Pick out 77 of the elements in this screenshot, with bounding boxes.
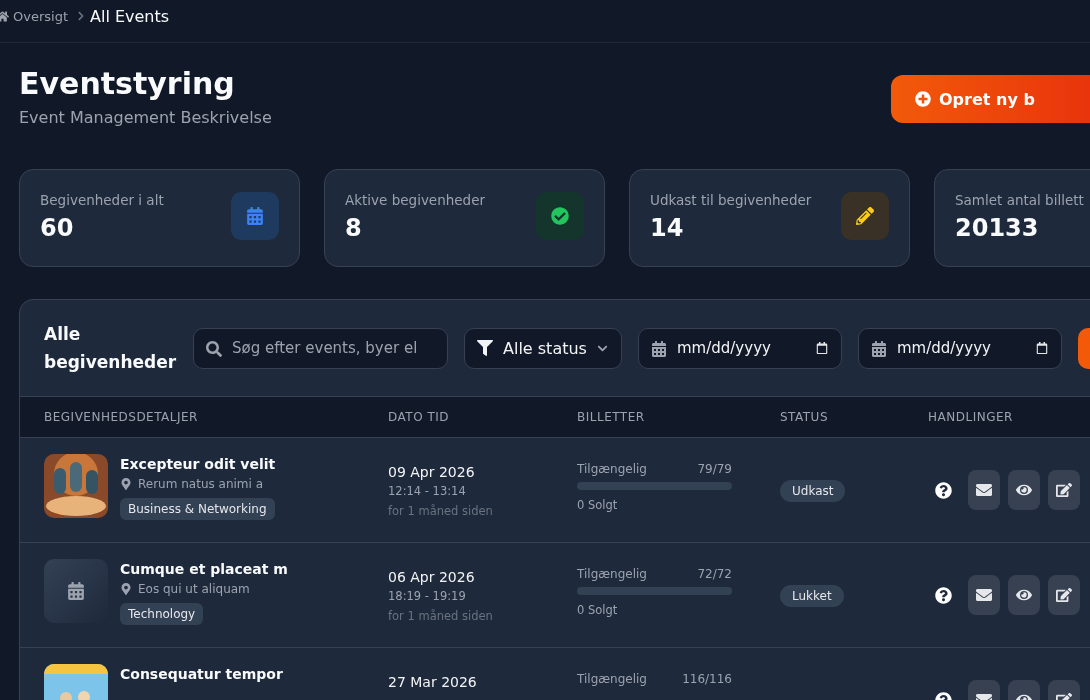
sold-count: 0 Solgt xyxy=(577,603,619,617)
mail-icon xyxy=(976,482,992,498)
tickets-count: 72/72 xyxy=(697,567,732,581)
edit-icon xyxy=(1056,482,1072,498)
calendar-icon xyxy=(871,340,887,357)
mail-icon xyxy=(976,587,992,603)
edit-button[interactable] xyxy=(1048,470,1080,510)
category-tag: Technology xyxy=(120,603,204,625)
calendar-icon xyxy=(67,582,85,600)
event-title: Cumque et placeat m xyxy=(120,561,288,577)
eye-icon xyxy=(1016,482,1032,498)
page-title: Eventstyring xyxy=(19,66,236,102)
stat-value: 20133 xyxy=(955,214,1040,242)
column-header: STATUS xyxy=(780,410,830,424)
tickets-count: 79/79 xyxy=(697,462,732,476)
event-title: Consequatur tempor xyxy=(120,666,283,682)
stat-label: Aktive begivenheder xyxy=(345,192,486,208)
event-location: Rerum natus animi a xyxy=(138,477,264,491)
calendar-icon xyxy=(651,340,667,357)
edit-icon xyxy=(1056,587,1072,603)
date-field[interactable]: mm/dd/yyyy xyxy=(858,327,1062,369)
status-badge: Udkast xyxy=(780,480,846,502)
sold-count: 0 Solgt xyxy=(577,498,619,512)
check-icon xyxy=(551,207,569,225)
tickets-label: Tilgængelig xyxy=(577,672,647,686)
location-pin-icon xyxy=(120,478,132,490)
column-header: DATO TID xyxy=(388,410,450,424)
edit-button[interactable] xyxy=(1048,575,1080,615)
stat-value: 8 xyxy=(345,214,363,242)
status-badge: Lukket xyxy=(780,585,844,607)
stat-label: Samlet antal billett xyxy=(955,192,1084,208)
calendar-icon xyxy=(246,207,264,225)
event-location: Eos qui ut aliquam xyxy=(138,582,250,596)
tickets-label: Tilgængelig xyxy=(577,462,647,476)
event-date: 27 Mar 2026 xyxy=(388,674,478,690)
breadcrumb-current: All Events xyxy=(90,6,170,26)
location-pin-icon xyxy=(120,583,132,595)
tickets-count: 116/116 xyxy=(682,672,732,686)
event-title: Excepteur odit velit xyxy=(120,456,276,472)
plus-icon xyxy=(915,91,931,107)
status-dropdown[interactable]: Alle status xyxy=(464,327,622,369)
stat-value: 60 xyxy=(40,214,75,242)
home-icon xyxy=(0,9,9,23)
column-header: HANDLINGER xyxy=(928,410,1014,424)
column-header: BEGIVENHEDSDETALJER xyxy=(44,410,199,424)
date-field[interactable]: mm/dd/yyyy xyxy=(638,327,842,369)
view-button[interactable] xyxy=(1008,470,1040,510)
page-subtitle: Event Management Beskrivelse xyxy=(19,108,272,127)
column-header: BILLETTER xyxy=(577,410,646,424)
pencil-icon xyxy=(856,207,874,225)
eye-icon xyxy=(1016,587,1032,603)
email-button[interactable] xyxy=(968,470,1000,510)
stat-label: Udkast til begivenheder xyxy=(650,192,812,208)
search-icon xyxy=(206,340,222,357)
chevron-icon xyxy=(76,11,86,21)
help-icon[interactable] xyxy=(935,481,952,499)
panel-title: Alle begivenheder xyxy=(44,323,177,374)
help-icon[interactable] xyxy=(935,586,952,604)
calendar-icon[interactable] xyxy=(1036,341,1048,354)
stat-label: Begivenheder i alt xyxy=(40,192,164,208)
calendar-icon[interactable] xyxy=(816,341,828,354)
event-time: 12:14 - 13:14 xyxy=(388,484,467,498)
search-field[interactable]: Søg efter events, byer el xyxy=(193,327,448,369)
category-tag: Business & Networking xyxy=(120,498,275,520)
event-time: 18:19 - 19:19 xyxy=(388,589,467,603)
breadcrumb-link[interactable]: Oversigt xyxy=(0,8,68,24)
event-date: 09 Apr 2026 xyxy=(388,464,476,480)
create-event-button[interactable]: Opret ny b xyxy=(891,75,1090,123)
relative-time: for 1 måned siden xyxy=(388,609,494,623)
email-button[interactable] xyxy=(968,575,1000,615)
event-date: 06 Apr 2026 xyxy=(388,569,476,585)
stat-value: 14 xyxy=(650,214,685,242)
view-button[interactable] xyxy=(1008,575,1040,615)
relative-time: for 1 måned siden xyxy=(388,504,494,518)
filter-icon xyxy=(477,340,493,356)
tickets-label: Tilgængelig xyxy=(577,567,647,581)
breadcrumb-label[interactable]: Oversigt xyxy=(13,8,68,24)
